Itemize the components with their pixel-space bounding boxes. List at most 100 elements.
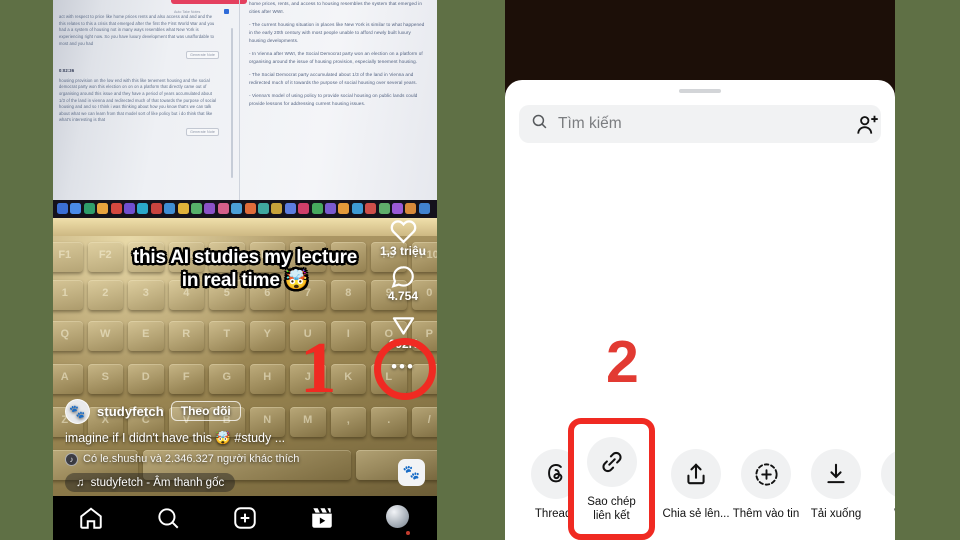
notes-scrollbar[interactable] [231,28,233,178]
instagram-bottom-nav [53,496,437,540]
ai-note-item: - The Social Democrat party accumulated … [249,72,417,86]
liker-avatar: ♪ [65,452,78,466]
transcript-paragraph: housing provision on the low end with th… [59,77,217,123]
dock-app-icon [204,203,216,214]
reel-meta-overlay: 🐾 studyfetch Theo dõi imagine if I didn'… [65,398,385,492]
dock-app-icon [284,203,296,214]
like-count: 1,3 triệu [379,244,427,258]
reel-caption[interactable]: imagine if I didn't have this 🤯 #study .… [65,431,385,447]
nav-home-button[interactable] [78,505,104,531]
link-icon [586,437,637,487]
notification-dot [405,531,410,535]
transcript-column: act with respect to price like home pric… [59,14,219,137]
dock-app-icon [405,203,417,214]
heart-icon [375,218,431,245]
dock-app-icon [70,203,82,214]
annotation-step-2: 2 [606,329,639,395]
dock-app-icon [150,203,162,214]
record-banner [171,0,247,4]
audio-pill[interactable]: ♫ studyfetch - Âm thanh gốc [65,473,236,492]
download-icon [811,449,861,500]
lecture-notes-screenshot: Auto Take Notes act with respect to pric… [53,0,437,202]
dock-app-icon [298,203,310,214]
follow-button[interactable]: Theo dõi [170,401,241,422]
dock-app-icon [378,203,390,214]
dock-app-icon [177,203,189,214]
dock-app-icon [271,203,283,214]
dock-app-icon [164,203,176,214]
share-option-share-to[interactable]: Chia sẻ lên... [661,449,731,536]
share-option-whatsapp[interactable]: Wha [871,449,895,536]
like-button[interactable]: 1,3 triệu [375,218,431,258]
nav-profile-button[interactable] [385,505,412,535]
username[interactable]: studyfetch [97,404,164,419]
dock-app-icon [231,203,243,214]
comment-button[interactable]: 4.754 [375,264,431,303]
sheet-grabber[interactable] [679,89,721,93]
share-sheet-screenshot: Tìm kiếm Threads Chia sẻ lên... Thêm vào… [505,0,895,540]
comment-count: 4.754 [387,289,419,303]
ai-note-item: - Vienna's model of using policy to prov… [249,93,418,107]
nav-reels-button[interactable] [309,505,335,531]
ai-notes-column: home prices, rents, and access to housin… [249,0,425,113]
instagram-reel-screenshot: Auto Take Notes act with respect to pric… [53,0,437,540]
ai-note-item: - The current housing situation in place… [249,22,425,44]
share-options-row: Threads Sao chép liên kết [505,449,895,536]
share-paper-plane-icon [375,311,431,338]
dock-app-icon [97,203,109,214]
dock-app-icon [365,203,377,214]
nav-search-button[interactable] [155,505,181,531]
notes-divider [239,0,240,202]
dock-app-icon [124,203,135,214]
add-to-story-icon [741,449,791,500]
audio-cover-icon[interactable]: 🐾 [398,459,425,486]
dock-app-icon [351,203,363,214]
share-option-label: Wha [871,507,895,521]
transcript-paragraph: act with respect to price like home pric… [59,14,215,46]
profile-avatar-icon [385,505,409,528]
add-person-icon [855,115,881,142]
dock-app-icon [258,203,269,214]
transcript-timestamp: 0:02:36 [59,67,75,73]
dock-app-icon [137,203,149,214]
annotation-step-1: 1 [300,327,337,408]
likes-text: Có le.shushu và 2.346.327 người khác thí… [83,453,300,465]
annotation-circle-share-icon [374,338,436,400]
share-option-download[interactable]: Tải xuống [801,449,871,536]
share-option-label: Thêm vào tin [732,508,800,521]
dock-app-icon [338,203,350,214]
dock-app-icon [311,203,323,214]
dock-app-icon [418,203,430,214]
add-person-button[interactable] [855,112,881,143]
whatsapp-icon [881,449,895,500]
dock-app-icon [110,203,122,214]
nav-create-button[interactable] [232,505,258,531]
share-sheet: Tìm kiếm Threads Chia sẻ lên... Thêm vào… [505,80,895,540]
share-up-icon [671,449,721,500]
search-input[interactable]: Tìm kiếm [519,105,881,143]
dock-app-icon [244,203,256,214]
dock-app-icon [217,203,229,214]
dock-app-icon [57,203,68,214]
account-row: 🐾 studyfetch Theo dõi [65,398,385,424]
audio-label: studyfetch - Âm thanh gốc [90,476,225,489]
share-option-label: Chia sẻ lên... [662,508,730,521]
avatar[interactable]: 🐾 [65,398,90,424]
ai-note-item: home prices, rents, and access to housin… [249,1,423,15]
annotation-box-copy-link: Sao chép liên kết [568,418,655,540]
share-option-label: Sao chép liên kết [587,496,636,523]
comment-icon [375,264,431,290]
generate-note-button[interactable]: Generate Note [186,51,219,60]
search-placeholder: Tìm kiếm [558,115,622,132]
music-note-icon: ♫ [76,476,85,489]
dock-app-icon [392,203,403,214]
dock-app-icon [191,203,202,214]
generate-note-button[interactable]: Generate Note [186,128,219,137]
share-option-label: Tải xuống [810,508,862,521]
auto-take-notes-checkbox[interactable] [224,9,229,14]
likes-row[interactable]: ♪ Có le.shushu và 2.346.327 người khác t… [65,452,385,466]
share-option-add-to-story[interactable]: Thêm vào tin [731,449,801,536]
search-icon [531,113,548,135]
dock-app-icon [83,203,95,214]
dock-app-icon [325,203,336,214]
